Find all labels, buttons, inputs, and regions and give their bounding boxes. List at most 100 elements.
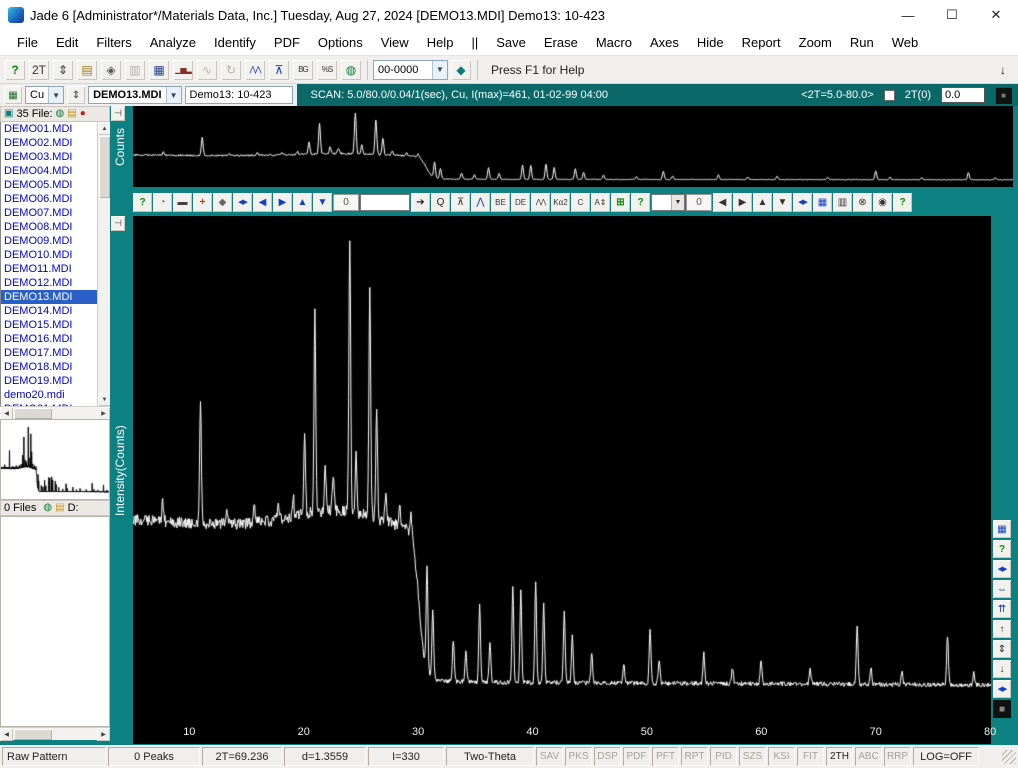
peaks-count-segment[interactable]: 0 Peaks bbox=[108, 747, 200, 766]
stick-patterns-icon[interactable]: ▁▅▂ bbox=[172, 58, 194, 81]
maximize-button[interactable]: ☐ bbox=[930, 0, 974, 30]
file-list-hscrollbar[interactable]: ◀ ▶ bbox=[0, 406, 110, 420]
shift-left-icon[interactable]: ◀ bbox=[713, 192, 732, 212]
thumbnail-pane[interactable] bbox=[0, 419, 110, 500]
status-flag-fit[interactable]: FIT bbox=[797, 747, 824, 766]
crosshair-icon[interactable]: + bbox=[193, 192, 212, 212]
background-icon[interactable]: BG bbox=[292, 58, 314, 81]
save-pattern-icon[interactable]: ◈ bbox=[100, 58, 122, 81]
pan-both-icon[interactable]: ◀▶ bbox=[233, 192, 252, 212]
shift-down-icon[interactable]: ▼ bbox=[773, 192, 792, 212]
resize-grip[interactable] bbox=[1002, 749, 1016, 764]
file-select[interactable]: DEMO13.MDI ▼ bbox=[88, 86, 182, 104]
scale-combo[interactable]: ▼ bbox=[651, 193, 685, 211]
shift-right-icon[interactable]: ▶ bbox=[733, 192, 752, 212]
pdf-diamond-icon[interactable]: ◆ bbox=[450, 58, 472, 81]
menu-item-erase[interactable]: Erase bbox=[535, 35, 587, 50]
globe-icon[interactable]: ◍ bbox=[56, 109, 65, 119]
peak-id-icon[interactable]: ⊼ bbox=[451, 192, 470, 212]
find-peaks-icon[interactable]: ⊼ bbox=[268, 58, 290, 81]
baseline-icon[interactable]: ▬ bbox=[173, 192, 192, 212]
range-input[interactable] bbox=[360, 193, 410, 211]
toolbar-overflow-button[interactable]: ↓ bbox=[1000, 63, 1014, 77]
data-edit-icon[interactable]: DE bbox=[511, 192, 530, 212]
chevron-down-icon[interactable]: ▼ bbox=[432, 60, 447, 79]
grid-overlay-icon[interactable]: ⊞ bbox=[611, 192, 630, 212]
chevron-down-icon[interactable]: ▼ bbox=[165, 87, 181, 103]
status-flag-pks[interactable]: PKS bbox=[565, 747, 592, 766]
clear-zoom-icon[interactable]: ⊗ bbox=[853, 192, 872, 212]
help-left-icon[interactable]: ? bbox=[133, 192, 152, 212]
menu-item-file[interactable]: File bbox=[8, 35, 47, 50]
zoom-magnifier-icon[interactable]: Q bbox=[431, 192, 450, 212]
file-list-item[interactable]: DEMO04.MDI bbox=[1, 164, 98, 178]
status-flag-pft[interactable]: PFT bbox=[652, 747, 679, 766]
scroll-down-icon[interactable]: ↓ bbox=[993, 660, 1011, 678]
status-flag-rpt[interactable]: RPT bbox=[681, 747, 708, 766]
zoom-cursor-icon[interactable]: ➔ bbox=[411, 192, 430, 212]
grid-view-icon[interactable]: ▦ bbox=[813, 192, 832, 212]
ka2-strip-icon[interactable]: Kα2 bbox=[551, 192, 570, 212]
hscrollbar-thumb[interactable] bbox=[14, 408, 52, 419]
close-button[interactable]: ✕ bbox=[974, 0, 1018, 30]
file-list-item[interactable]: DEMO14.MDI bbox=[1, 304, 98, 318]
file-list-item[interactable]: DEMO02.MDI bbox=[1, 136, 98, 150]
web-globe-icon[interactable]: ◍ bbox=[340, 58, 362, 81]
file-list-item[interactable]: DEMO16.MDI bbox=[1, 332, 98, 346]
scroll-left-icon[interactable]: ◀ bbox=[0, 728, 13, 741]
menu-item-separator[interactable]: || bbox=[462, 35, 487, 50]
file-list-item[interactable]: DEMO06.MDI bbox=[1, 192, 98, 206]
status-flag-dsp[interactable]: DSP bbox=[594, 747, 621, 766]
axis-mode-segment[interactable]: Two-Theta bbox=[446, 747, 534, 766]
expand-x-icon[interactable]: ◀▶ bbox=[993, 560, 1011, 578]
main-chart-canvas[interactable] bbox=[133, 216, 991, 722]
chevron-down-icon[interactable]: ▼ bbox=[671, 194, 684, 210]
file-list-item[interactable]: DEMO09.MDI bbox=[1, 234, 98, 248]
status-flag-szs[interactable]: SZS bbox=[739, 747, 766, 766]
full-width-icon[interactable]: ⇔ bbox=[993, 580, 1011, 598]
status-flag-rrp[interactable]: RRP bbox=[884, 747, 911, 766]
lower-hscrollbar[interactable]: ◀ ▶ bbox=[0, 727, 110, 741]
menu-item-analyze[interactable]: Analyze bbox=[141, 35, 205, 50]
file-list-item[interactable]: DEMO19.MDI bbox=[1, 374, 98, 388]
thumbnail-chart-canvas[interactable] bbox=[1, 420, 109, 499]
minimize-button[interactable]: — bbox=[886, 0, 930, 30]
display-mode-segment[interactable]: Raw Pattern bbox=[2, 747, 106, 766]
menu-item-zoom[interactable]: Zoom bbox=[790, 35, 841, 50]
record-view-icon[interactable]: ◉ bbox=[873, 192, 892, 212]
pan-down-icon[interactable]: ▼ bbox=[313, 192, 332, 212]
menu-item-save[interactable]: Save bbox=[487, 35, 535, 50]
sort-alpha-icon[interactable]: A⇕ bbox=[591, 192, 610, 212]
overview-chart[interactable] bbox=[133, 106, 1013, 187]
file-list-item[interactable]: DEMO11.MDI bbox=[1, 262, 98, 276]
status-flag-pid[interactable]: PID bbox=[710, 747, 737, 766]
open-file-icon[interactable]: ▤ bbox=[76, 58, 98, 81]
log-scale-segment[interactable]: LOG=OFF bbox=[913, 747, 979, 766]
peak-overlay-icon[interactable]: ⋀⋀ bbox=[531, 192, 550, 212]
collapse-up-icon[interactable]: ⇈ bbox=[993, 600, 1011, 618]
menu-item-hide[interactable]: Hide bbox=[688, 35, 733, 50]
save-disk-icon[interactable]: ▦ bbox=[148, 58, 170, 81]
file-list-item[interactable]: DEMO08.MDI bbox=[1, 220, 98, 234]
status-flag-abc[interactable]: ABC bbox=[855, 747, 882, 766]
status-flag-2th[interactable]: 2TH bbox=[826, 747, 853, 766]
scroll-right-icon[interactable]: ▶ bbox=[97, 728, 110, 741]
file-list-item[interactable]: DEMO10.MDI bbox=[1, 248, 98, 262]
file-list-item[interactable]: DEMO13.MDI bbox=[1, 290, 98, 304]
menu-item-identify[interactable]: Identify bbox=[205, 35, 265, 50]
centroid-icon[interactable]: C bbox=[571, 192, 590, 212]
status-flag-sav[interactable]: SAV bbox=[536, 747, 563, 766]
scan-options-button[interactable]: ■ bbox=[995, 86, 1012, 104]
pdf-number-combo[interactable]: 00-0000 ▼ bbox=[373, 59, 448, 80]
expand-horizontal-icon[interactable]: ◀▶ bbox=[793, 192, 812, 212]
twotheta-offset-input[interactable] bbox=[941, 87, 985, 103]
shift-up-icon[interactable]: ▲ bbox=[753, 192, 772, 212]
help-right-icon[interactable]: ? bbox=[893, 192, 912, 212]
file-list-item[interactable]: DEMO17.MDI bbox=[1, 346, 98, 360]
menu-item-edit[interactable]: Edit bbox=[47, 35, 87, 50]
file-list-item[interactable]: DEMO05.MDI bbox=[1, 178, 98, 192]
file-list-item[interactable]: demo20.mdi bbox=[1, 388, 98, 402]
file-list-item[interactable]: DEMO03.MDI bbox=[1, 150, 98, 164]
overlay-peaks-icon[interactable]: ⋀⋀ bbox=[244, 58, 266, 81]
menu-item-view[interactable]: View bbox=[372, 35, 418, 50]
